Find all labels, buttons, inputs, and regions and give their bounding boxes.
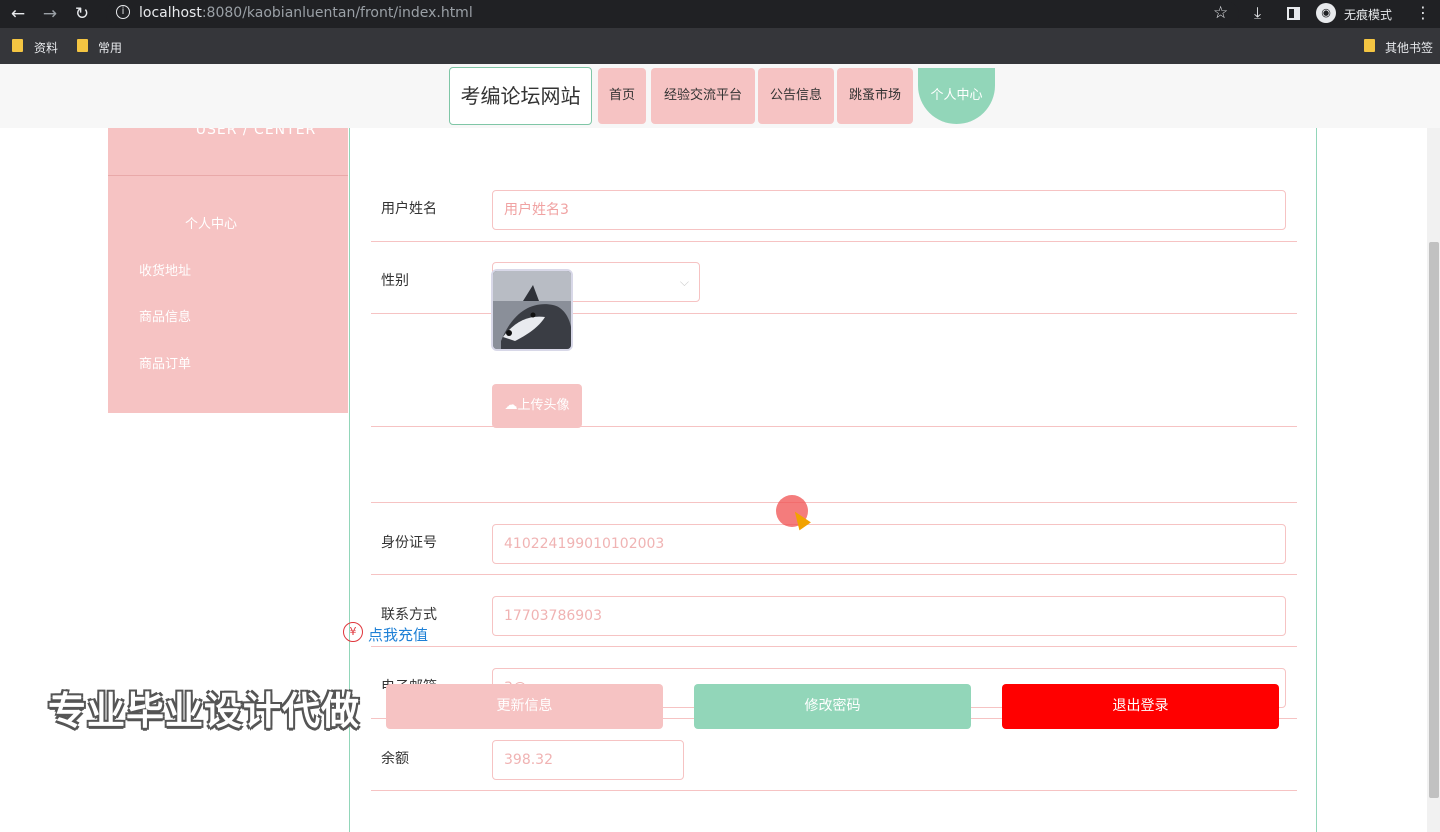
nav-home[interactable]: 首页 xyxy=(598,68,646,124)
update-info-button[interactable]: 更新信息 xyxy=(386,684,663,729)
browser-chrome: ← → ↻ i localhost:8080/kaobianluentan/fr… xyxy=(0,0,1440,64)
row-divider xyxy=(371,646,1297,647)
bookmark-other[interactable]: 其他书签 xyxy=(1385,39,1433,56)
row-divider xyxy=(371,241,1297,242)
upload-avatar-button[interactable]: ☁上传头像 xyxy=(492,384,582,428)
row-divider xyxy=(371,502,1297,503)
gender-label: 性别 xyxy=(381,273,409,289)
avatar-image xyxy=(491,269,573,351)
sidebar-item-personal-center[interactable]: 个人中心 xyxy=(185,213,237,232)
recharge-link[interactable]: 点我充值 xyxy=(368,624,428,645)
sidebar-item-product-info[interactable]: 商品信息 xyxy=(139,306,191,325)
user-center-sidebar: USER / CENTER 个人中心 收货地址 商品信息 商品订单 xyxy=(108,122,348,413)
reload-icon[interactable]: ↻ xyxy=(72,4,92,24)
nav-experience-exchange[interactable]: 经验交流平台 xyxy=(651,68,755,124)
folder-icon xyxy=(1364,39,1375,52)
nav-personal-center[interactable]: 个人中心 xyxy=(918,68,995,124)
bookmark-star-icon[interactable]: ☆ xyxy=(1213,3,1228,23)
cloud-upload-icon: ☁ xyxy=(504,398,518,413)
change-password-button[interactable]: 修改密码 xyxy=(694,684,971,729)
site-header: 考编论坛网站 首页 经验交流平台 公告信息 跳蚤市场 个人中心 xyxy=(0,64,1440,128)
husky-dog-photo xyxy=(493,271,571,349)
incognito-label: 无痕模式 xyxy=(1344,8,1393,22)
phone-input[interactable]: 17703786903 xyxy=(492,596,1286,636)
download-icon[interactable]: ⤓ xyxy=(1254,3,1261,23)
balance-label: 余额 xyxy=(381,751,409,767)
bookmark-ziliao[interactable]: 资料 xyxy=(34,39,58,56)
row-divider xyxy=(371,574,1297,575)
incognito-icon[interactable]: ◉ xyxy=(1316,3,1336,23)
folder-icon xyxy=(12,39,23,52)
scrollbar-thumb[interactable] xyxy=(1429,242,1439,798)
nav-flea-market[interactable]: 跳蚤市场 xyxy=(837,68,913,124)
name-input[interactable]: 用户姓名3 xyxy=(492,190,1286,230)
sidebar-item-shipping-address[interactable]: 收货地址 xyxy=(139,260,191,279)
back-icon[interactable]: ← xyxy=(8,4,28,24)
site-logo[interactable]: 考编论坛网站 xyxy=(449,67,592,125)
id-number-input[interactable]: 410224199010102003 xyxy=(492,524,1286,564)
row-divider xyxy=(371,790,1297,791)
yuan-icon: ¥ xyxy=(343,622,363,642)
folder-icon xyxy=(77,39,88,52)
phone-label: 联系方式 xyxy=(381,607,437,623)
chevron-down-icon: ⌵ xyxy=(679,275,689,289)
browser-menu-icon[interactable]: ⋮ xyxy=(1415,3,1431,22)
logout-button[interactable]: 退出登录 xyxy=(1002,684,1279,729)
side-panel-icon[interactable] xyxy=(1287,7,1300,20)
name-label: 用户姓名 xyxy=(381,201,437,217)
sidebar-divider xyxy=(108,175,348,176)
url-text[interactable]: localhost:8080/kaobianluentan/front/inde… xyxy=(139,5,473,21)
balance-input[interactable]: 398.32 xyxy=(492,740,684,780)
bookmark-changyong[interactable]: 常用 xyxy=(98,39,122,56)
sidebar-item-product-orders[interactable]: 商品订单 xyxy=(139,353,191,372)
site-info-icon[interactable]: i xyxy=(116,5,130,19)
id-number-label: 身份证号 xyxy=(381,535,437,551)
watermark-text: 专业毕业设计代做 xyxy=(48,689,361,733)
forward-icon[interactable]: → xyxy=(40,4,60,24)
page: USER / CENTER 个人中心 收货地址 商品信息 商品订单 用户姓名 用… xyxy=(0,64,1440,832)
nav-announcements[interactable]: 公告信息 xyxy=(758,68,834,124)
